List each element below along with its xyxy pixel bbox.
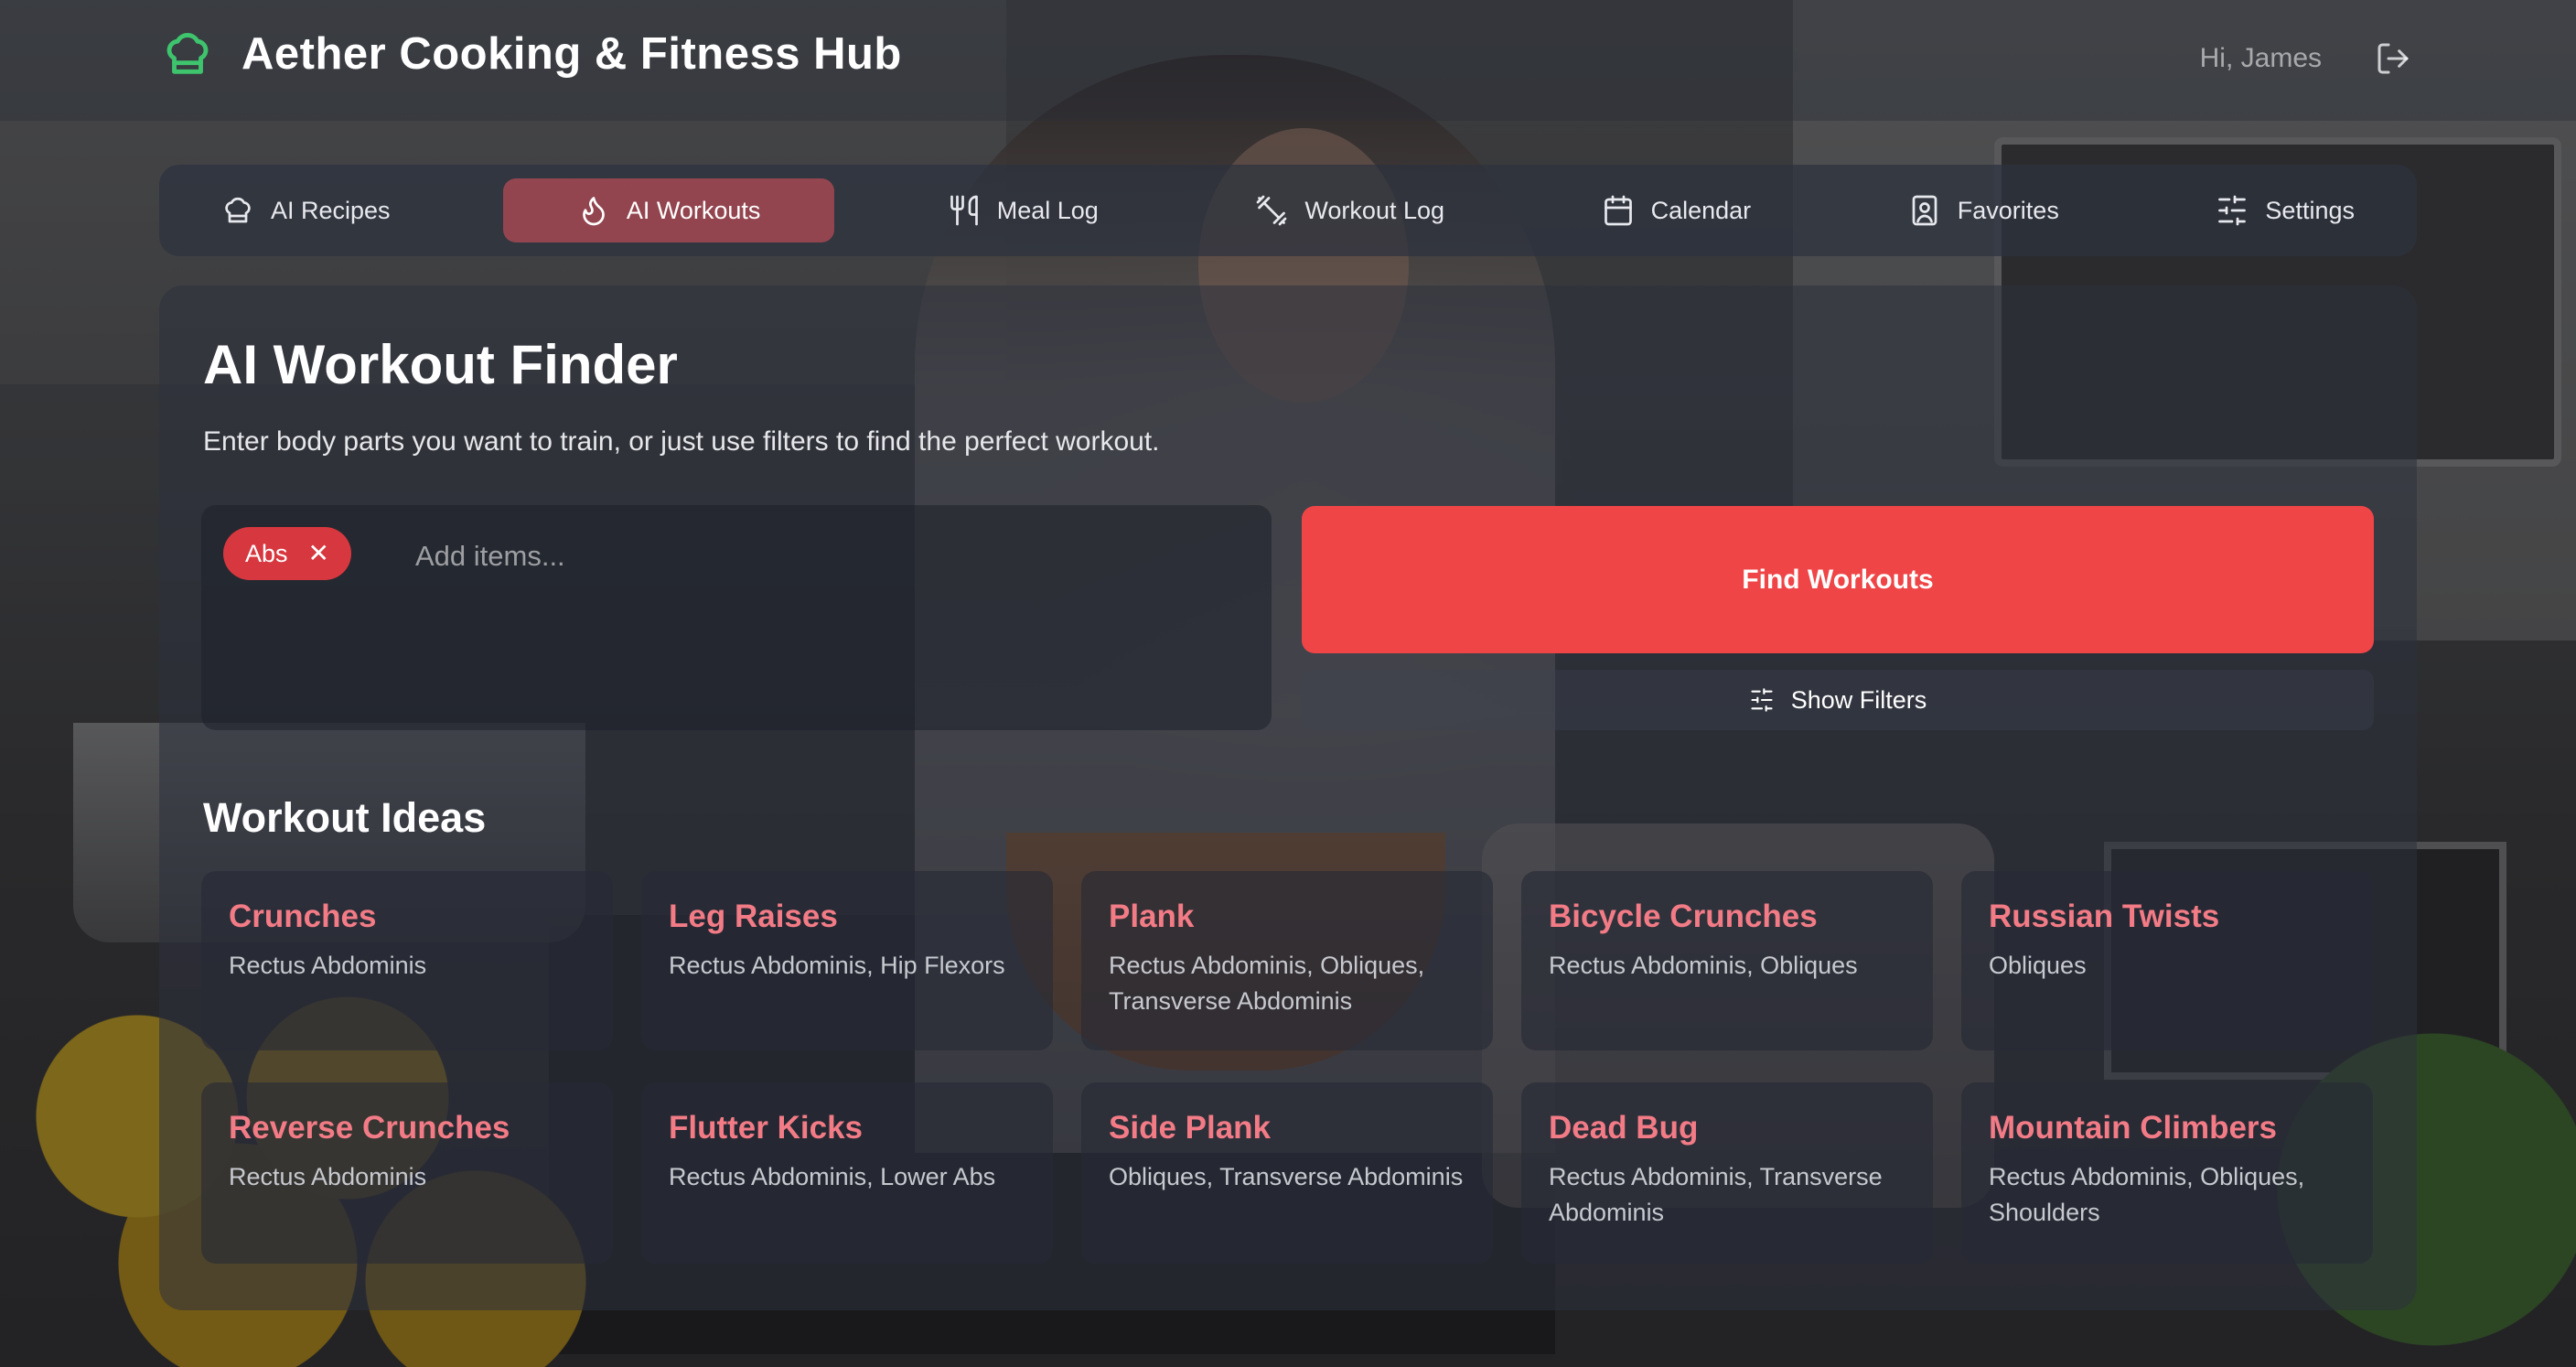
workout-card[interactable]: Dead Bug Rectus Abdominis, Transverse Ab… (1521, 1082, 1933, 1264)
workout-name: Mountain Climbers (1989, 1110, 2278, 1146)
nav-favorites[interactable]: Favorites (1864, 178, 2103, 242)
filter-sliders-icon (1751, 688, 1773, 712)
dumbbell-icon (1257, 195, 1287, 226)
page-subtitle: Enter body parts you want to train, or j… (203, 426, 1160, 457)
workout-muscles: Rectus Abdominis, Obliques, Shoulders (1989, 1163, 2305, 1226)
nav-label: Settings (2265, 196, 2355, 224)
page-title: AI Workout Finder (203, 334, 678, 395)
main-nav: AI Recipes AI Workouts Meal Log Workout … (159, 165, 2417, 256)
workout-muscles: Rectus Abdominis, Obliques (1549, 952, 1858, 979)
brand: Aether Cooking & Fitness Hub (161, 27, 902, 81)
nav-label: AI Recipes (271, 196, 391, 224)
workout-muscles: Rectus Abdominis, Transverse Abdominis (1549, 1163, 1883, 1226)
calendar-icon (1604, 195, 1632, 226)
workout-muscles: Obliques, Transverse Abdominis (1109, 1163, 1464, 1190)
nav-ai-recipes[interactable]: AI Recipes (177, 178, 435, 242)
workout-card[interactable]: Bicycle Crunches Rectus Abdominis, Obliq… (1521, 871, 1933, 1050)
user-area: Hi, James (2200, 40, 2411, 77)
workout-finder-panel: AI Workout Finder Enter body parts you w… (159, 285, 2417, 1310)
workout-name: Dead Bug (1549, 1110, 1699, 1146)
nav-label: AI Workouts (626, 196, 761, 224)
workout-card[interactable]: Crunches Rectus Abdominis (201, 871, 613, 1050)
workout-ideas-heading: Workout Ideas (203, 794, 487, 841)
utensils-icon (950, 195, 978, 226)
app-title: Aether Cooking & Fitness Hub (242, 29, 902, 79)
bookmark-icon (1912, 195, 1937, 226)
chef-hat-icon (225, 197, 251, 223)
find-workouts-button[interactable]: Find Workouts (1302, 506, 2374, 653)
sliders-icon (2218, 195, 2247, 226)
workout-name: Reverse Crunches (229, 1110, 510, 1146)
workout-card[interactable]: Reverse Crunches Rectus Abdominis (201, 1082, 613, 1264)
show-filters-button[interactable]: Show Filters (1302, 670, 2374, 730)
close-icon[interactable]: ✕ (308, 541, 329, 566)
nav-label: Workout Log (1304, 196, 1445, 224)
workout-name: Side Plank (1109, 1110, 1272, 1146)
workout-muscles: Rectus Abdominis (229, 952, 427, 979)
tag-chip-abs: Abs ✕ (223, 527, 351, 580)
workout-name: Flutter Kicks (669, 1110, 863, 1146)
user-greeting: Hi, James (2199, 43, 2322, 73)
show-filters-label: Show Filters (1790, 685, 1927, 714)
nav-workout-log[interactable]: Workout Log (1211, 178, 1488, 242)
body-part-tag-input[interactable]: Abs ✕ (201, 505, 1272, 730)
nav-ai-workouts[interactable]: AI Workouts (503, 178, 835, 242)
nav-settings[interactable]: Settings (2172, 178, 2399, 242)
add-items-input[interactable] (415, 534, 964, 578)
workout-card[interactable]: Side Plank Obliques, Transverse Abdomini… (1081, 1082, 1493, 1264)
workout-muscles: Rectus Abdominis, Hip Flexors (669, 952, 1005, 979)
workout-card[interactable]: Leg Raises Rectus Abdominis, Hip Flexors (641, 871, 1053, 1050)
workout-card[interactable]: Mountain Climbers Rectus Abdominis, Obli… (1961, 1082, 2373, 1264)
workout-name: Plank (1109, 899, 1195, 934)
workout-muscles: Rectus Abdominis, Lower Abs (669, 1163, 996, 1190)
nav-label: Meal Log (996, 196, 1099, 224)
flame-icon (583, 197, 605, 226)
nav-meal-log[interactable]: Meal Log (904, 178, 1143, 242)
workout-muscles: Obliques (1989, 952, 2087, 979)
workout-card[interactable]: Plank Rectus Abdominis, Obliques, Transv… (1081, 871, 1493, 1050)
nav-calendar[interactable]: Calendar (1558, 178, 1796, 242)
workout-name: Leg Raises (669, 899, 838, 934)
workout-name: Crunches (229, 899, 377, 934)
nav-label: Favorites (1957, 196, 2059, 224)
workout-name: Bicycle Crunches (1549, 899, 1818, 934)
top-header: Aether Cooking & Fitness Hub Hi, James (0, 0, 2576, 121)
chef-hat-icon (166, 33, 209, 74)
workout-muscles: Rectus Abdominis (229, 1163, 427, 1190)
workout-card[interactable]: Flutter Kicks Rectus Abdominis, Lower Ab… (641, 1082, 1053, 1264)
tag-chip-label: Abs (245, 539, 288, 567)
nav-label: Calendar (1650, 196, 1752, 224)
workout-name: Russian Twists (1989, 899, 2220, 934)
logout-icon[interactable] (2375, 40, 2411, 77)
workout-card[interactable]: Russian Twists Obliques (1961, 871, 2373, 1050)
workout-muscles: Rectus Abdominis, Obliques, Transverse A… (1109, 952, 1425, 1015)
